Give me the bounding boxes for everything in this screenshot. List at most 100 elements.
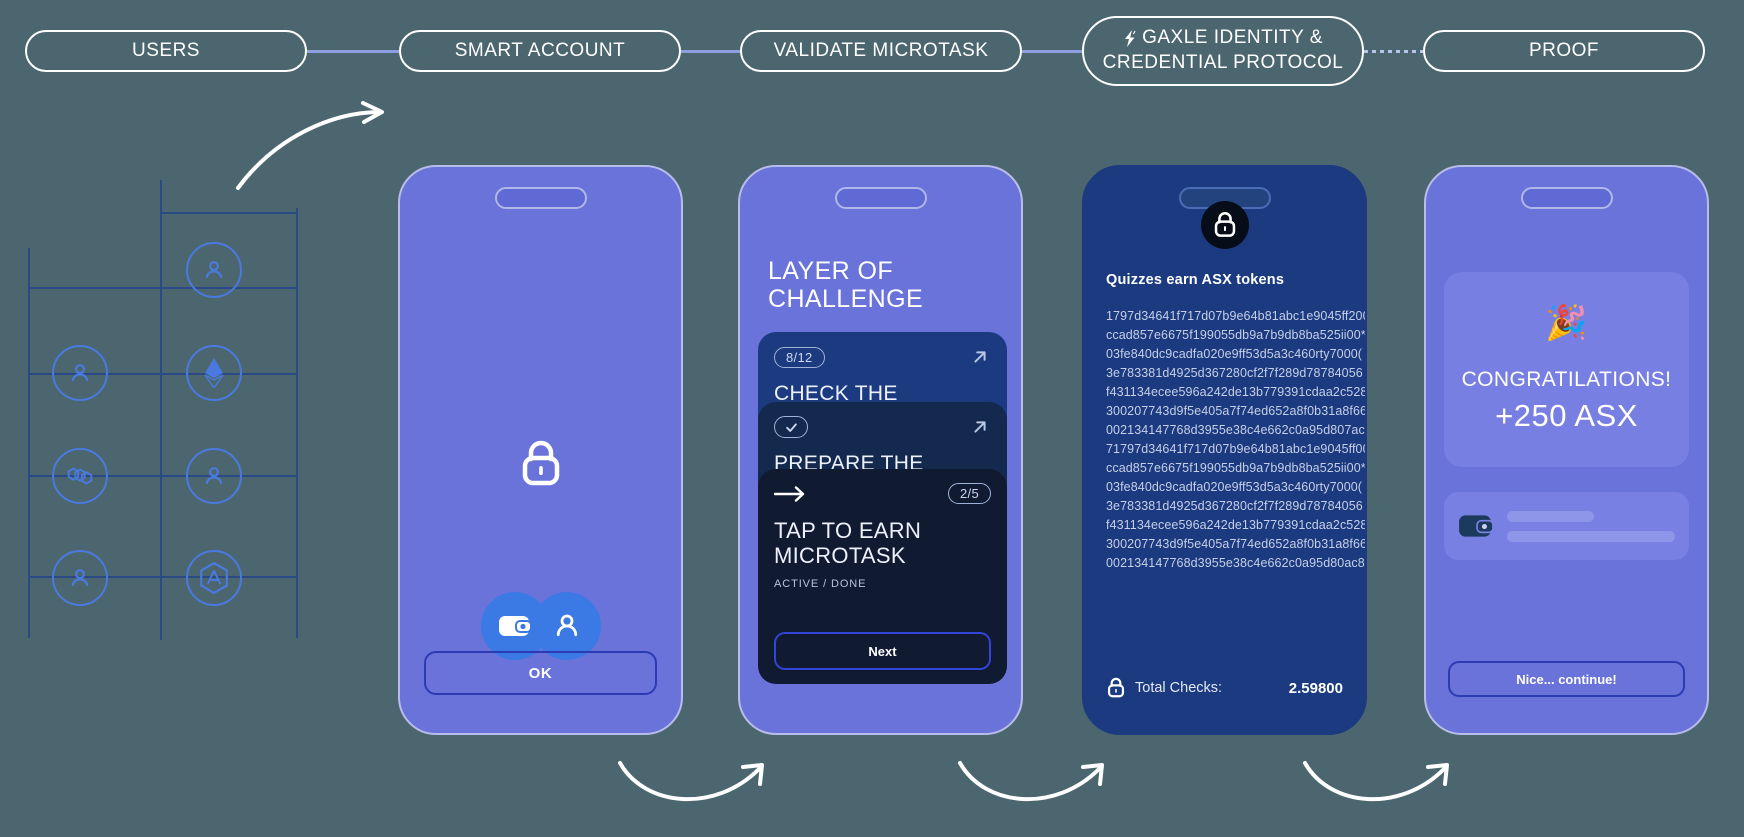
continue-button-label: Nice... continue! [1516,671,1617,687]
grid-line-horizontal [28,287,298,289]
pipeline-connector-3 [1022,50,1082,53]
wallet-icon [498,616,532,636]
ok-button[interactable]: OK [424,651,657,695]
hex-line: 3e783381d4925d367280cf2f7f289d78784056 [1106,366,1363,380]
network-node-person[interactable] [186,242,242,298]
next-button-label: Next [868,643,897,659]
wallet-icon [1459,515,1494,537]
challenge-card-tap-to-earn[interactable]: 2/5 TAP TO EARN MICROTASK ACTIVE / DONE … [758,469,1007,684]
total-checks-label: Total Checks: [1135,680,1223,696]
network-node-arbitrum[interactable] [186,550,242,606]
hex-line: 03fe840dc9cadfa020e9ff53d5a3c460rty7000( [1106,480,1363,494]
network-node-ethereum[interactable] [186,345,242,401]
person-icon [205,467,223,485]
arrow-up-right-icon[interactable] [969,346,991,368]
flow-arrow-phone1-to-phone2 [618,761,764,801]
hex-line: f431134ecee596a242de13b779391cdaa2c528d1 [1106,518,1367,532]
hex-line: 002134147768d3955e38c4e662c0a95d80ac81 [1106,556,1367,570]
total-checks-row: Total Checks: 2.59800 [1106,677,1343,699]
pipeline-step-gaxle-protocol[interactable]: GAXLE IDENTITY & CREDENTIAL PROTOCOL [1082,16,1364,86]
card-title: TAP TO EARN MICROTASK [774,518,991,568]
lock-icon [1214,212,1235,237]
reward-amount: +250 ASX [1495,397,1638,433]
congratulations-card: 🎉 CONGRATILATIONS! +250 ASX [1444,272,1689,467]
card-title-line1: TAP TO EARN [774,518,922,543]
hex-line: ccad857e6675f199055db9a7b9db8ba525ii00* [1106,328,1366,342]
total-checks-value: 2.59800 [1288,679,1343,697]
hex-dump: 1797d34641f717d07b9e64b81abc1e9045ff200&… [1106,307,1367,573]
pipeline-connector-2 [681,50,740,53]
next-button[interactable]: Next [774,632,991,670]
wallet-row[interactable] [1444,492,1689,560]
arrow-up-right-icon[interactable] [969,416,991,438]
ethereum-icon [204,358,224,388]
hex-line: 300207743d9f5e405a7f74ed652a8f0b31a8f66 [1106,537,1367,551]
grid-line-vertical [160,180,162,640]
skeleton-bar [1507,510,1595,522]
pipeline-header: USERS SMART ACCOUNT VALIDATE MICROTASK G… [0,0,1744,100]
network-node-person[interactable] [186,448,242,504]
network-node-person[interactable] [52,345,108,401]
pipeline-step-label: USERS [132,40,200,61]
bolt-icon [1125,30,1136,48]
congratulations-text: CONGRATILATIONS! [1461,367,1672,391]
party-popper-icon: 🎉 [1545,303,1588,342]
hex-line: 3e783381d4925d367280cf2f7f289d78784056 [1106,499,1363,513]
phone-gaxle-protocol: Quizzes earn ASX tokens 1797d34641f717d0… [1082,165,1367,735]
person-badge[interactable] [532,592,601,660]
network-node-person[interactable] [52,550,108,606]
grid-line-horizontal [160,212,298,214]
pipeline-step-proof[interactable]: PROOF [1423,30,1705,72]
pipeline-step-users[interactable]: USERS [25,30,307,72]
check-icon [785,422,797,432]
hex-line: 300207743d9f5e405a7f74ed652a8f0b31a8f66 [1106,404,1367,418]
phone2-title: LAYER OF CHALLENGE [768,257,978,313]
phone-validate-microtask: LAYER OF CHALLENGE 8/12 CHECK THE PREPAR… [738,165,1023,735]
ok-button-label: OK [528,664,553,682]
phone2-title-line2: CHALLENGE [768,285,924,313]
pipeline-connector-1 [307,50,399,53]
progress-badge: 2/5 [948,483,991,504]
card-title-line2: MICROTASK [774,543,906,569]
lock-icon [522,440,559,486]
skeleton-bar [1507,530,1675,542]
flow-arrow-phone2-to-phone3 [958,761,1104,801]
phone-proof: 🎉 CONGRATILATIONS! +250 ASX Nice... cont… [1424,165,1709,735]
phone-smart-account: OK [398,165,683,735]
check-badge [774,416,808,438]
grid-line-vertical [296,208,298,638]
person-icon [205,261,223,279]
pipeline-connector-dotted [1364,50,1423,53]
grid-line-vertical [28,248,30,638]
hex-line: f431134ecee596a242de13b779391cdaa2c528d1 [1106,385,1367,399]
pipeline-step-label: PROOF [1528,40,1600,61]
arrow-right-icon [774,485,805,502]
phone3-heading: Quizzes earn ASX tokens [1106,272,1285,288]
diagram-canvas: USERS SMART ACCOUNT VALIDATE MICROTASK G… [0,0,1744,837]
hex-line: ccad857e6675f199055db9a7b9db8ba525ii00* [1106,461,1366,475]
pipeline-step-label: SMART ACCOUNT [454,40,626,61]
network-node-polygon[interactable] [52,448,108,504]
pipeline-step-label: VALIDATE MICROTASK [773,40,989,61]
phone-notch [1520,187,1613,209]
phone1-icon-group [480,592,601,660]
progress-badge: 8/12 [774,346,825,368]
polygon-icon [67,467,93,485]
phone-notch [834,187,927,209]
continue-button[interactable]: Nice... continue! [1448,661,1685,697]
hex-line: 002134147768d3955e38c4e662c0a95d807ac1 [1106,423,1367,437]
hex-line: 03fe840dc9cadfa020e9ff53d5a3c460rty7000( [1106,347,1363,361]
card-subtitle: ACTIVE / DONE [774,578,867,591]
arbitrum-icon [200,562,228,594]
pipeline-step-label-line1: GAXLE IDENTITY & [1142,27,1323,49]
lock-badge [1200,201,1249,249]
lock-icon [1107,677,1125,698]
network-graph [0,180,330,640]
skeleton-bars [1507,510,1675,542]
phone2-title-line1: LAYER OF [768,257,893,285]
person-icon [71,364,89,382]
person-icon [71,569,89,587]
pipeline-step-smart-account[interactable]: SMART ACCOUNT [399,30,681,72]
person-icon [556,614,577,637]
pipeline-step-validate-microtask[interactable]: VALIDATE MICROTASK [740,30,1022,72]
